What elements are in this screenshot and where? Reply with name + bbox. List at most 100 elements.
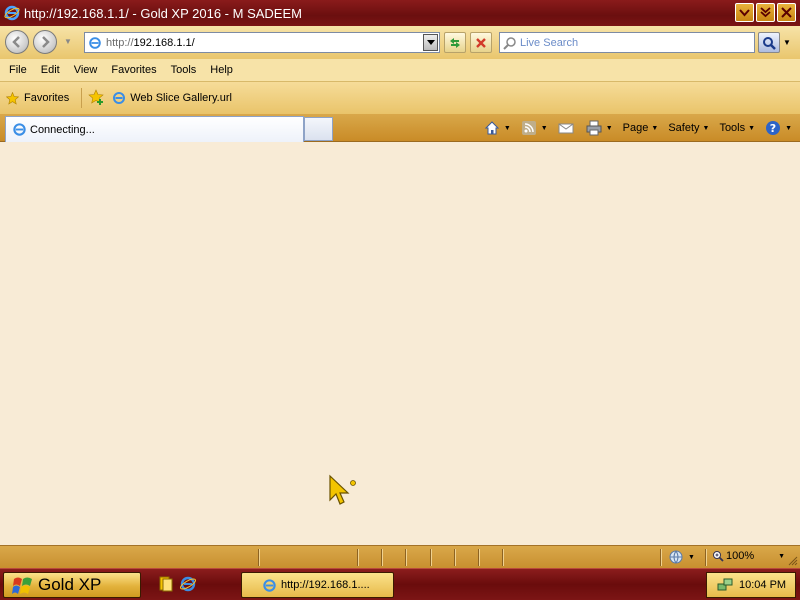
feeds-button[interactable]: ▼ [521,120,554,136]
favorite-link-web-slice-gallery[interactable]: Web Slice Gallery.url [112,91,232,105]
zoom-button[interactable]: 100% ▼ [712,550,785,562]
arrow-left-icon [12,36,20,48]
arrow-right-icon [42,36,50,48]
mouse-cursor-icon [329,474,356,505]
refresh-icon [450,37,460,48]
add-favorite-icon [88,88,104,105]
home-dropdown[interactable]: ▼ [504,125,511,132]
internet-explorer-icon[interactable] [179,575,197,593]
address-toolbar: ▼ http://192.168.1.1/ Live Search ▼ [0,26,800,59]
search-button[interactable] [758,32,780,53]
divider [258,549,259,566]
internet-explorer-icon [263,578,276,592]
safety-menu-button[interactable]: Safety ▼ [668,122,709,134]
address-input[interactable]: http://192.168.1.1/ [84,32,440,53]
divider [660,549,661,566]
taskbar: Gold XP http://192.168.1.... 10:04 PM [0,568,800,600]
resize-grip-icon[interactable] [788,556,798,566]
url-scheme: http:// [106,36,134,49]
close-button[interactable] [777,3,796,22]
divider [454,549,455,566]
address-dropdown-button[interactable] [423,34,438,51]
page-menu-button[interactable]: Page ▼ [623,122,659,134]
home-icon [484,121,500,135]
forward-button[interactable] [33,30,57,54]
menu-file[interactable]: File [2,64,34,76]
search-input[interactable]: Live Search [499,32,755,53]
new-tab-button[interactable] [304,117,333,141]
printer-icon [586,120,602,136]
page-ie-icon [89,36,101,49]
divider [81,88,83,108]
status-bar: ▼ 100% ▼ [0,545,800,568]
chevron-down-icon [739,9,750,17]
menu-tools[interactable]: Tools [164,64,204,76]
favorites-label: Favorites [24,92,70,104]
help-dropdown[interactable]: ▼ [785,125,792,132]
zoom-icon [713,551,724,562]
internet-explorer-icon [113,92,126,104]
internet-explorer-icon [13,123,26,136]
globe-icon [669,550,683,564]
menu-favorites[interactable]: Favorites [104,64,163,76]
rss-feed-icon [521,121,536,135]
tools-menu-button[interactable]: Tools ▼ [719,122,755,134]
start-logo-icon [12,577,32,594]
close-icon [476,37,486,48]
internet-explorer-icon [4,5,20,21]
double-chevron-down-icon [760,7,771,18]
network-icon[interactable] [717,577,733,593]
tab-current[interactable]: Connecting... [5,116,304,142]
taskbar-window-label: http://192.168.1.... [281,579,370,591]
window-title: http://192.168.1.1/ - Gold XP 2016 - M S… [24,5,302,21]
show-desktop-icon[interactable] [157,575,175,593]
divider [705,549,706,566]
zoom-level: 100% [726,550,755,562]
feeds-dropdown[interactable]: ▼ [541,125,548,132]
help-icon: ? [766,121,781,135]
print-dropdown[interactable]: ▼ [606,125,613,132]
safety-menu-label: Safety [668,122,700,134]
recent-pages-dropdown[interactable]: ▼ [63,37,73,46]
title-bar: http://192.168.1.1/ - Gold XP 2016 - M S… [0,0,800,26]
url-host: 192.168.1.1/ [133,36,195,49]
menu-view[interactable]: View [67,64,105,76]
add-to-favorites-bar-button[interactable] [88,88,104,108]
security-zone-button[interactable]: ▼ [668,549,695,565]
home-button[interactable]: ▼ [484,120,517,136]
close-icon [781,7,792,18]
system-tray: 10:04 PM [706,572,796,598]
menu-edit[interactable]: Edit [34,64,67,76]
print-button[interactable]: ▼ [586,120,619,136]
search-icon [503,36,516,50]
maximize-button[interactable] [756,3,775,22]
tools-menu-label: Tools [719,122,746,134]
menu-bar: File Edit View Favorites Tools Help [0,59,800,82]
refresh-button[interactable] [444,32,466,53]
chevron-down-icon [426,39,435,45]
back-button[interactable] [5,30,29,54]
favorites-button[interactable]: Favorites [6,91,70,105]
divider [357,549,358,566]
stop-button[interactable] [470,32,492,53]
page-content[interactable] [0,142,800,545]
taskbar-window-button[interactable]: http://192.168.1.... [241,572,394,598]
help-button[interactable]: ? ▼ [765,120,792,136]
start-button[interactable]: Gold XP [3,572,141,598]
star-icon [6,91,19,105]
minimize-button[interactable] [735,3,754,22]
search-icon [763,36,776,50]
search-placeholder: Live Search [520,36,579,49]
divider [430,549,431,566]
search-options-dropdown[interactable]: ▼ [781,32,793,53]
divider [381,549,382,566]
divider [502,549,503,566]
mail-icon [558,123,574,134]
clock[interactable]: 10:04 PM [739,579,786,591]
start-label: Gold XP [38,575,102,594]
page-menu-label: Page [622,122,649,134]
svg-text:?: ? [770,122,776,135]
read-mail-button[interactable] [558,120,574,136]
menu-help[interactable]: Help [203,64,240,76]
divider [405,549,406,566]
